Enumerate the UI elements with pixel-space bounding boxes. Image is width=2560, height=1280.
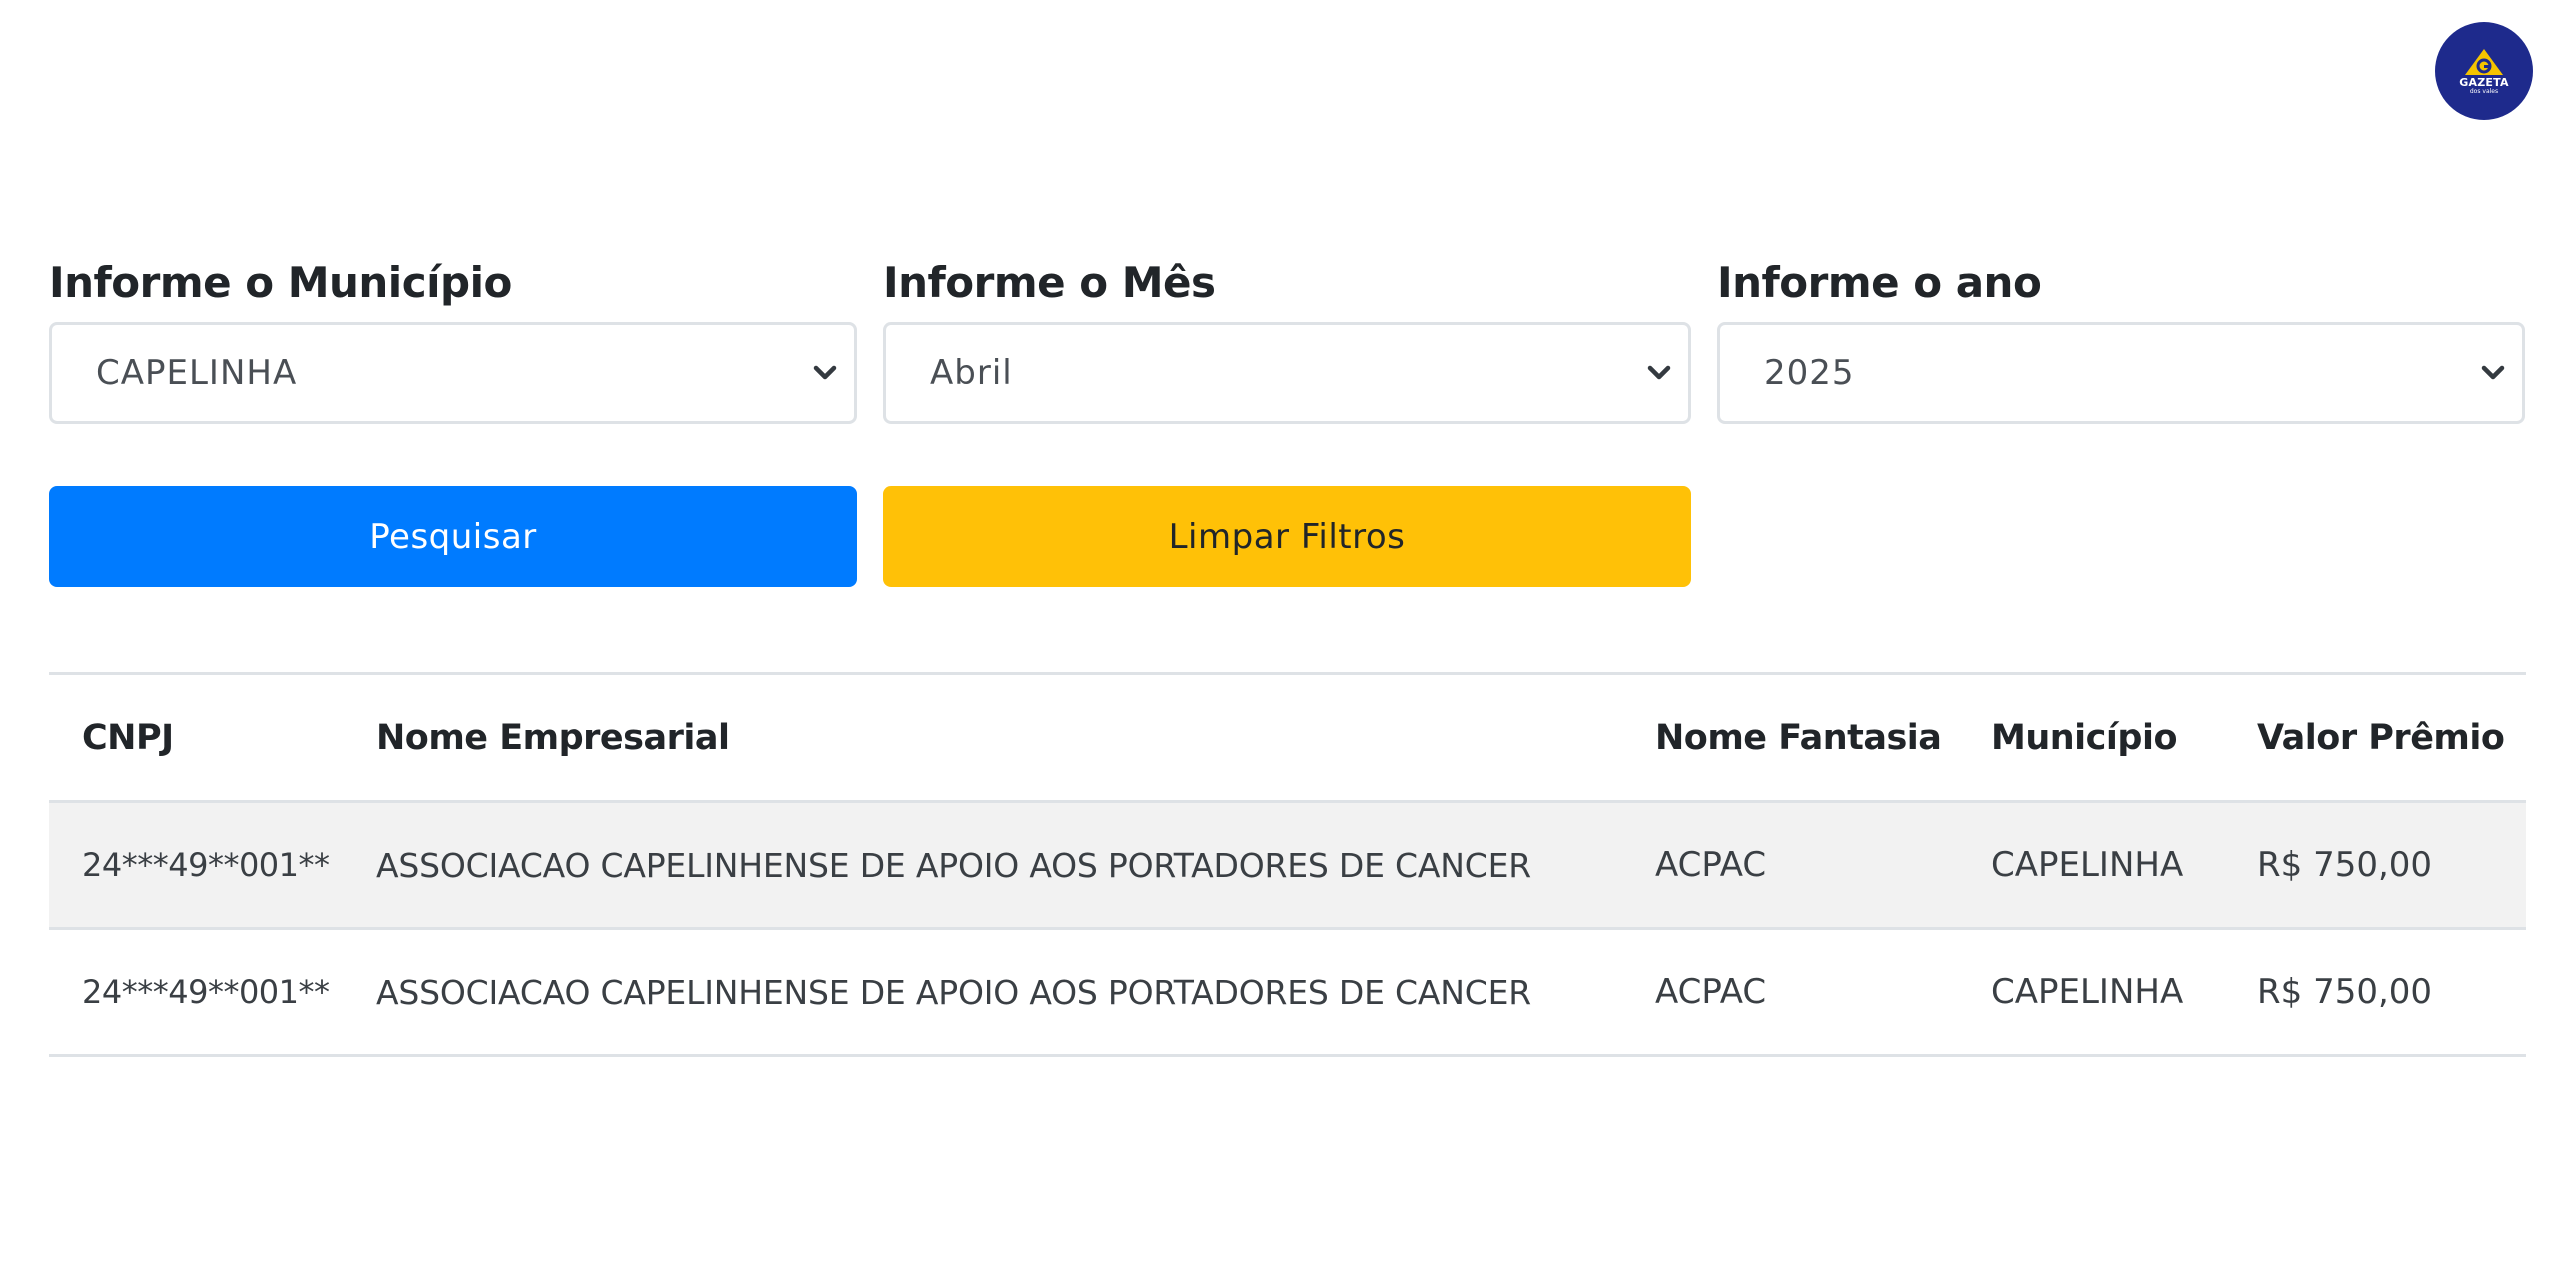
logo-name: GAZETA [2459, 75, 2509, 89]
cell-municipio: CAPELINHA [1991, 845, 2184, 885]
action-buttons: Pesquisar Limpar Filtros [49, 486, 1691, 587]
header-nome-empresarial[interactable]: Nome Empresarial [343, 674, 1622, 802]
cell-cnpj: 24***49**001** [82, 846, 330, 884]
ano-select[interactable]: 2025 [1717, 322, 2525, 424]
ano-filter: Informe o ano 2025 [1717, 258, 2525, 424]
cell-nome-fantasia: ACPAC [1655, 972, 1767, 1012]
search-button[interactable]: Pesquisar [49, 486, 857, 587]
results-table-container: CNPJ Nome Empresarial Nome Fantasia Muni… [49, 672, 2526, 1057]
logo-subtitle: dos vales [2469, 87, 2499, 95]
table-row: 24***49**001** ASSOCIACAO CAPELINHENSE D… [49, 929, 2526, 1056]
mes-filter: Informe o Mês Abril [883, 258, 1691, 424]
header-valor-premio[interactable]: Valor Prêmio [2224, 674, 2526, 802]
ano-label: Informe o ano [1717, 258, 2042, 307]
mes-label: Informe o Mês [883, 258, 1216, 307]
cell-valor-premio: R$ 750,00 [2257, 845, 2433, 885]
header-nome-fantasia[interactable]: Nome Fantasia [1622, 674, 1958, 802]
table-header-row: CNPJ Nome Empresarial Nome Fantasia Muni… [49, 673, 2526, 802]
mes-select[interactable]: Abril [883, 322, 1691, 424]
chevron-down-icon [810, 358, 840, 388]
chevron-down-icon [1644, 358, 1674, 388]
gazeta-logo-icon [2465, 48, 2503, 75]
municipio-filter: Informe o Município CAPELINHA [49, 258, 857, 424]
ano-select-value: 2025 [1764, 353, 1855, 393]
filters-row: Informe o Município CAPELINHA Informe o … [49, 258, 2525, 424]
header-cnpj[interactable]: CNPJ [49, 674, 343, 802]
cell-nome-empresarial: ASSOCIACAO CAPELINHENSE DE APOIO AOS POR… [376, 972, 1531, 1012]
municipio-select[interactable]: CAPELINHA [49, 322, 857, 424]
clear-filters-button[interactable]: Limpar Filtros [883, 486, 1691, 587]
results-table: CNPJ Nome Empresarial Nome Fantasia Muni… [49, 672, 2526, 1057]
header-municipio[interactable]: Município [1958, 674, 2224, 802]
cell-cnpj: 24***49**001** [82, 973, 330, 1011]
municipio-label: Informe o Município [49, 258, 512, 307]
cell-municipio: CAPELINHA [1991, 972, 2184, 1012]
chevron-down-icon [2478, 358, 2508, 388]
cell-nome-empresarial: ASSOCIACAO CAPELINHENSE DE APOIO AOS POR… [376, 845, 1531, 885]
cell-nome-fantasia: ACPAC [1655, 845, 1767, 885]
mes-select-value: Abril [930, 353, 1013, 393]
municipio-select-value: CAPELINHA [96, 353, 298, 393]
gazeta-logo[interactable]: GAZETA dos vales [2435, 22, 2533, 120]
table-row: 24***49**001** ASSOCIACAO CAPELINHENSE D… [49, 801, 2526, 929]
cell-valor-premio: R$ 750,00 [2257, 972, 2433, 1012]
